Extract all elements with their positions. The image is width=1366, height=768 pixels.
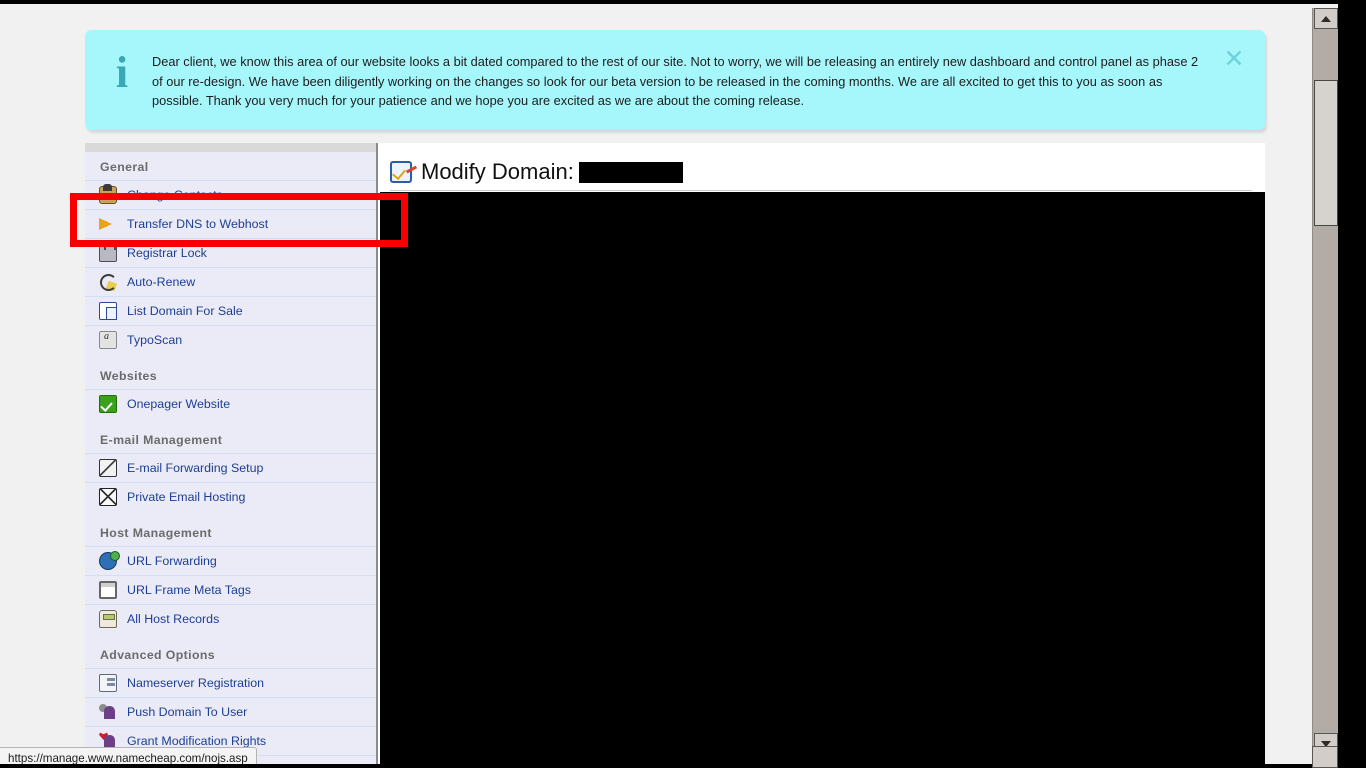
main-content: Modify Domain:: [380, 143, 1265, 768]
sidebar-group-general: General: [85, 152, 376, 180]
sidebar-item-change-contacts[interactable]: Change Contacts: [85, 180, 376, 209]
close-icon[interactable]: ✕: [1221, 46, 1247, 72]
info-icon: i: [115, 48, 129, 97]
sidebar-item-url-frame-meta-tags[interactable]: URL Frame Meta Tags: [85, 575, 376, 604]
vertical-scrollbar[interactable]: [1312, 8, 1338, 754]
sidebar-item-label: List Domain For Sale: [127, 304, 243, 318]
refresh-icon: [99, 273, 117, 291]
info-banner: i Dear client, we know this area of our …: [85, 30, 1265, 130]
redacted-domain-name: [578, 161, 683, 183]
sidebar-item-transfer-dns-to-webhost[interactable]: Transfer DNS to Webhost: [85, 209, 376, 238]
sidebar-item-label: URL Frame Meta Tags: [127, 583, 251, 597]
monitor-check-icon: [99, 395, 117, 413]
arrow-right-icon: [99, 215, 117, 233]
sidebar-group-host-management: Host Management: [85, 518, 376, 546]
sidebar-item-typoscan[interactable]: TypoScan: [85, 325, 376, 354]
page-panel: General Change Contacts Transfer DNS to …: [85, 143, 1265, 768]
frame-icon: [99, 581, 117, 599]
sidebar-item-label: Transfer DNS to Webhost: [127, 217, 269, 231]
page-title: Modify Domain:: [390, 153, 683, 191]
sidebar-item-registrar-lock[interactable]: Registrar Lock: [85, 238, 376, 267]
scan-icon: [99, 331, 117, 349]
globe-icon: [99, 551, 120, 570]
sidebar-group-websites: Websites: [85, 361, 376, 389]
sidebar-group-advanced-options: Advanced Options: [85, 640, 376, 668]
browser-viewport: i Dear client, we know this area of our …: [0, 4, 1338, 768]
sidebar-item-list-domain-for-sale[interactable]: List Domain For Sale: [85, 296, 376, 325]
sidebar-item-label: URL Forwarding: [127, 554, 217, 568]
page-title-text: Modify Domain:: [421, 159, 574, 184]
server-card-icon: [99, 674, 117, 692]
sidebar-item-url-forwarding[interactable]: URL Forwarding: [85, 546, 376, 575]
sidebar-item-push-domain-to-user[interactable]: Push Domain To User: [85, 697, 376, 726]
scrollbar-corner: [1312, 746, 1338, 768]
content-blackout-region: [380, 192, 1265, 768]
sidebar-top-strip: [85, 143, 376, 152]
contacts-icon: [99, 184, 117, 204]
push-user-icon: [99, 703, 117, 721]
sidebar-item-private-email-hosting[interactable]: Private Email Hosting: [85, 482, 376, 511]
title-divider: [390, 190, 1252, 191]
sidebar-group-email-management: E-mail Management: [85, 425, 376, 453]
sidebar-item-label: Auto-Renew: [127, 275, 196, 289]
sidebar-item-email-forwarding-setup[interactable]: E-mail Forwarding Setup: [85, 453, 376, 482]
host-records-icon: [99, 610, 117, 628]
mail-forward-icon: [99, 459, 117, 477]
scroll-up-icon[interactable]: [1314, 8, 1338, 29]
sidebar-item-onepager-website[interactable]: Onepager Website: [85, 389, 376, 418]
info-banner-text: Dear client, we know this area of our we…: [152, 54, 1199, 108]
horizontal-scrollbar[interactable]: [0, 764, 1338, 768]
sidebar-item-label: Push Domain To User: [127, 705, 248, 719]
sidebar-item-label: Private Email Hosting: [127, 490, 246, 504]
sidebar-item-label: Nameserver Registration: [127, 676, 265, 690]
envelope-icon: [99, 488, 117, 506]
sidebar-item-nameserver-registration[interactable]: Nameserver Registration: [85, 668, 376, 697]
modify-domain-icon: [390, 161, 412, 183]
sidebar-item-label: TypoScan: [127, 333, 183, 347]
lock-icon: [99, 241, 117, 262]
sidebar: General Change Contacts Transfer DNS to …: [85, 143, 378, 768]
document-copy-icon: [99, 302, 117, 320]
sidebar-item-all-host-records[interactable]: All Host Records: [85, 604, 376, 633]
sidebar-item-auto-renew[interactable]: Auto-Renew: [85, 267, 376, 296]
sidebar-item-label: Registrar Lock: [127, 246, 207, 260]
sidebar-item-label: All Host Records: [127, 612, 220, 626]
sidebar-item-label: E-mail Forwarding Setup: [127, 461, 264, 475]
sidebar-item-label: Change Contacts: [127, 188, 223, 202]
sidebar-item-label: Grant Modification Rights: [127, 734, 267, 748]
scrollbar-thumb[interactable]: [1314, 80, 1338, 226]
sidebar-item-label: Onepager Website: [127, 397, 231, 411]
